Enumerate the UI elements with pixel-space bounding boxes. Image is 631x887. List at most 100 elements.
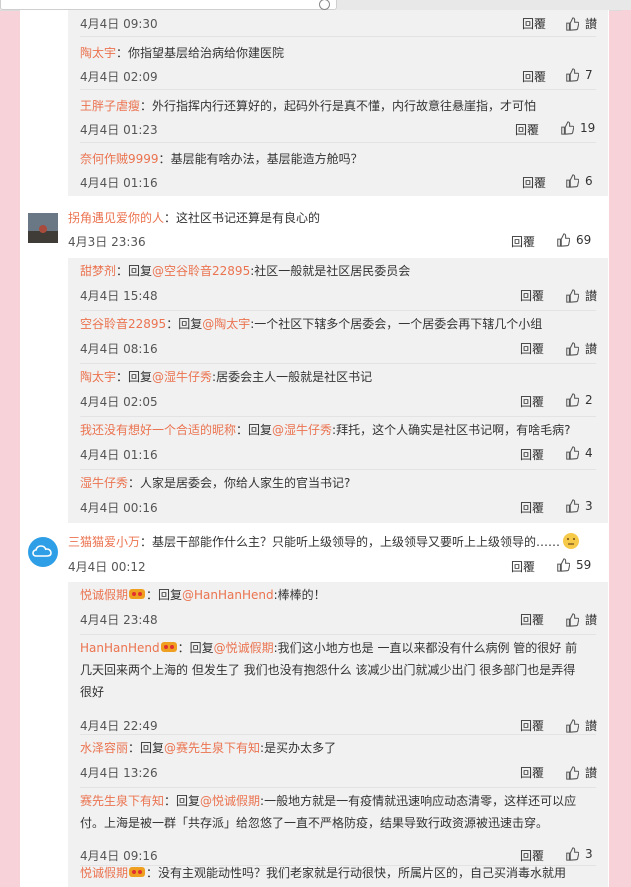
avatar[interactable]: [28, 537, 58, 567]
vip-badge-icon: [129, 867, 146, 877]
thumbs-up-icon: [566, 288, 579, 303]
username-link[interactable]: HanHanHend: [80, 641, 160, 655]
like-count: 3: [585, 847, 593, 861]
reply-list: 4月4日 09:30 回覆 讃 陶太宇：你指望基层给治病给你建医院 4月4日 0…: [68, 10, 608, 196]
like-button[interactable]: 59: [556, 558, 591, 572]
like-count: 3: [585, 499, 593, 513]
reply-button[interactable]: 回覆: [520, 764, 544, 781]
reply-button[interactable]: 回覆: [522, 15, 546, 32]
like-button[interactable]: 讃: [565, 717, 597, 734]
reply-button[interactable]: 回覆: [520, 717, 544, 734]
username-link[interactable]: 我还没有想好一个合适的昵称: [80, 423, 236, 437]
mention-link[interactable]: @HanHanHend: [182, 588, 274, 602]
timestamp: 4月4日 15:48: [80, 289, 158, 303]
like-button[interactable]: 6: [565, 174, 593, 188]
search-icon[interactable]: [319, 0, 330, 10]
timestamp: 4月4日 22:49: [80, 719, 158, 733]
username-link[interactable]: 水泽容丽: [80, 741, 128, 755]
search-input[interactable]: [0, 0, 337, 10]
like-count: 6: [585, 174, 593, 188]
like-button[interactable]: 讃: [565, 764, 597, 781]
emoji-icon: [563, 533, 580, 549]
reply-button[interactable]: 回覆: [522, 174, 546, 191]
reply-button[interactable]: 回覆: [520, 287, 544, 304]
timestamp: 4月4日 08:16: [80, 342, 158, 356]
reply-text: 甜梦剂：回复@空谷聆音22895:社区一般就是社区居民委员会: [80, 264, 411, 278]
like-button[interactable]: 2: [565, 393, 593, 407]
reply-button[interactable]: 回覆: [520, 340, 544, 357]
like-button[interactable]: 4: [565, 446, 593, 460]
like-button[interactable]: 讃: [565, 611, 597, 628]
thumbs-up-icon: [566, 718, 579, 733]
thumbs-up-icon: [566, 499, 579, 513]
like-count: 59: [576, 558, 592, 572]
timestamp: 4月4日 01:16: [80, 176, 158, 190]
mention-link[interactable]: @湿牛仔秀: [152, 370, 212, 384]
username-link[interactable]: 拐角遇见爱你的人: [68, 211, 164, 225]
like-placeholder: 讃: [585, 613, 598, 627]
reply-text: 我还没有想好一个合适的昵称：回复@湿牛仔秀:拜托，这个人确实是社区书记啊，有啥毛…: [80, 423, 571, 437]
reply-button[interactable]: 回覆: [520, 847, 544, 864]
like-button[interactable]: 7: [565, 68, 593, 82]
like-button[interactable]: 69: [556, 233, 591, 247]
reply-button[interactable]: 回覆: [515, 121, 539, 138]
username-link[interactable]: 赛先生泉下有知: [80, 794, 164, 808]
page-scrollbar[interactable]: [622, 10, 631, 887]
timestamp: 4月4日 09:30: [80, 17, 158, 31]
comment-text: 拐角遇见爱你的人：这社区书记还算是有良心的: [68, 211, 321, 225]
username-link[interactable]: 悦诚假期: [80, 866, 128, 880]
like-button[interactable]: 讃: [565, 287, 597, 304]
reply-button[interactable]: 回覆: [520, 499, 544, 516]
list-item: 悦诚假期 ：没有主观能动性吗？我们老家就是行动很快，所属片区的，自己买消毒水就用: [68, 866, 608, 887]
list-item: 水泽容丽：回复@赛先生泉下有知:是买办太多了 4月4日 13:26 回覆 讃: [68, 735, 608, 788]
like-button[interactable]: 讃: [565, 15, 597, 32]
reply-text: 赛先生泉下有知：回复@悦诚假期:一般地方就是一有疫情就迅速响应动态清零，这样还可…: [80, 794, 577, 830]
thumbs-up-icon: [566, 847, 579, 861]
thumbs-up-icon: [566, 393, 579, 407]
username-link[interactable]: 湿牛仔秀: [80, 476, 128, 490]
username-link[interactable]: 王胖子虐瘦: [80, 99, 140, 113]
reply-text: 空谷聆音22895：回复@陶太宇:一个社区下辖多个居委会，一个居委会再下辖几个小…: [80, 317, 543, 331]
comment-item: 拐角遇见爱你的人：这社区书记还算是有良心的 4月3日 23:36 回覆 69: [20, 206, 609, 252]
mention-link[interactable]: @陶太宇: [202, 317, 250, 331]
like-button[interactable]: 3: [565, 499, 593, 513]
list-item: 湿牛仔秀：人家是居委会，你给人家生的官当书记? 4月4日 00:16 回覆 3: [68, 470, 608, 523]
reply-button[interactable]: 回覆: [511, 233, 535, 250]
like-placeholder: 讃: [585, 719, 598, 733]
reply-list: 甜梦剂：回复@空谷聆音22895:社区一般就是社区居民委员会 4月4日 15:4…: [68, 258, 608, 523]
like-button[interactable]: 19: [560, 121, 595, 135]
username-link[interactable]: 三猫猫爱小万: [68, 535, 140, 549]
reply-button[interactable]: 回覆: [520, 611, 544, 628]
username-link[interactable]: 奈何作贼9999: [80, 152, 159, 166]
like-button[interactable]: 3: [565, 847, 593, 861]
mention-link[interactable]: @空谷聆音22895: [152, 264, 250, 278]
thumbs-up-icon: [566, 612, 579, 627]
timestamp: 4月4日 23:48: [80, 613, 158, 627]
thumbs-up-icon: [561, 121, 574, 135]
username-link[interactable]: 悦诚假期: [80, 588, 128, 602]
like-count: 2: [585, 393, 593, 407]
like-button[interactable]: 讃: [565, 340, 597, 357]
list-item: 陶太宇：回复@湿牛仔秀:居委会主人一般就是社区书记 4月4日 02:05 回覆 …: [68, 364, 608, 417]
username-link[interactable]: 陶太宇: [80, 370, 116, 384]
username-link[interactable]: 空谷聆音22895: [80, 317, 166, 331]
mention-link[interactable]: @悦诚假期: [214, 641, 274, 655]
avatar[interactable]: [28, 213, 58, 243]
mention-link[interactable]: @湿牛仔秀: [272, 423, 332, 437]
list-item: 奈何作贼9999：基层能有啥办法，基层能造方舱吗？ 4月4日 01:16 回覆 …: [68, 143, 608, 196]
reply-button[interactable]: 回覆: [520, 393, 544, 410]
reply-button[interactable]: 回覆: [520, 446, 544, 463]
reply-button[interactable]: 回覆: [522, 68, 546, 85]
reply-text: 悦诚假期 ：回复@HanHanHend:棒棒的！: [80, 588, 326, 602]
mention-link[interactable]: @悦诚假期: [200, 794, 260, 808]
username-link[interactable]: 陶太宇: [80, 46, 116, 60]
like-count: 19: [580, 121, 596, 135]
thumbs-up-icon: [566, 765, 579, 780]
mention-link[interactable]: @赛先生泉下有知: [164, 741, 260, 755]
comment-text: 三猫猫爱小万：基层干部能作什么主？只能听上级领导的，上级领导又要听上上级领导的……: [68, 531, 580, 553]
username-link[interactable]: 甜梦剂: [80, 264, 116, 278]
comment-panel: 4月4日 09:30 回覆 讃 陶太宇：你指望基层给治病给你建医院 4月4日 0…: [20, 10, 609, 887]
reply-button[interactable]: 回覆: [511, 558, 535, 575]
thumbs-up-icon: [566, 16, 579, 31]
timestamp: 4月3日 23:36: [68, 235, 146, 249]
